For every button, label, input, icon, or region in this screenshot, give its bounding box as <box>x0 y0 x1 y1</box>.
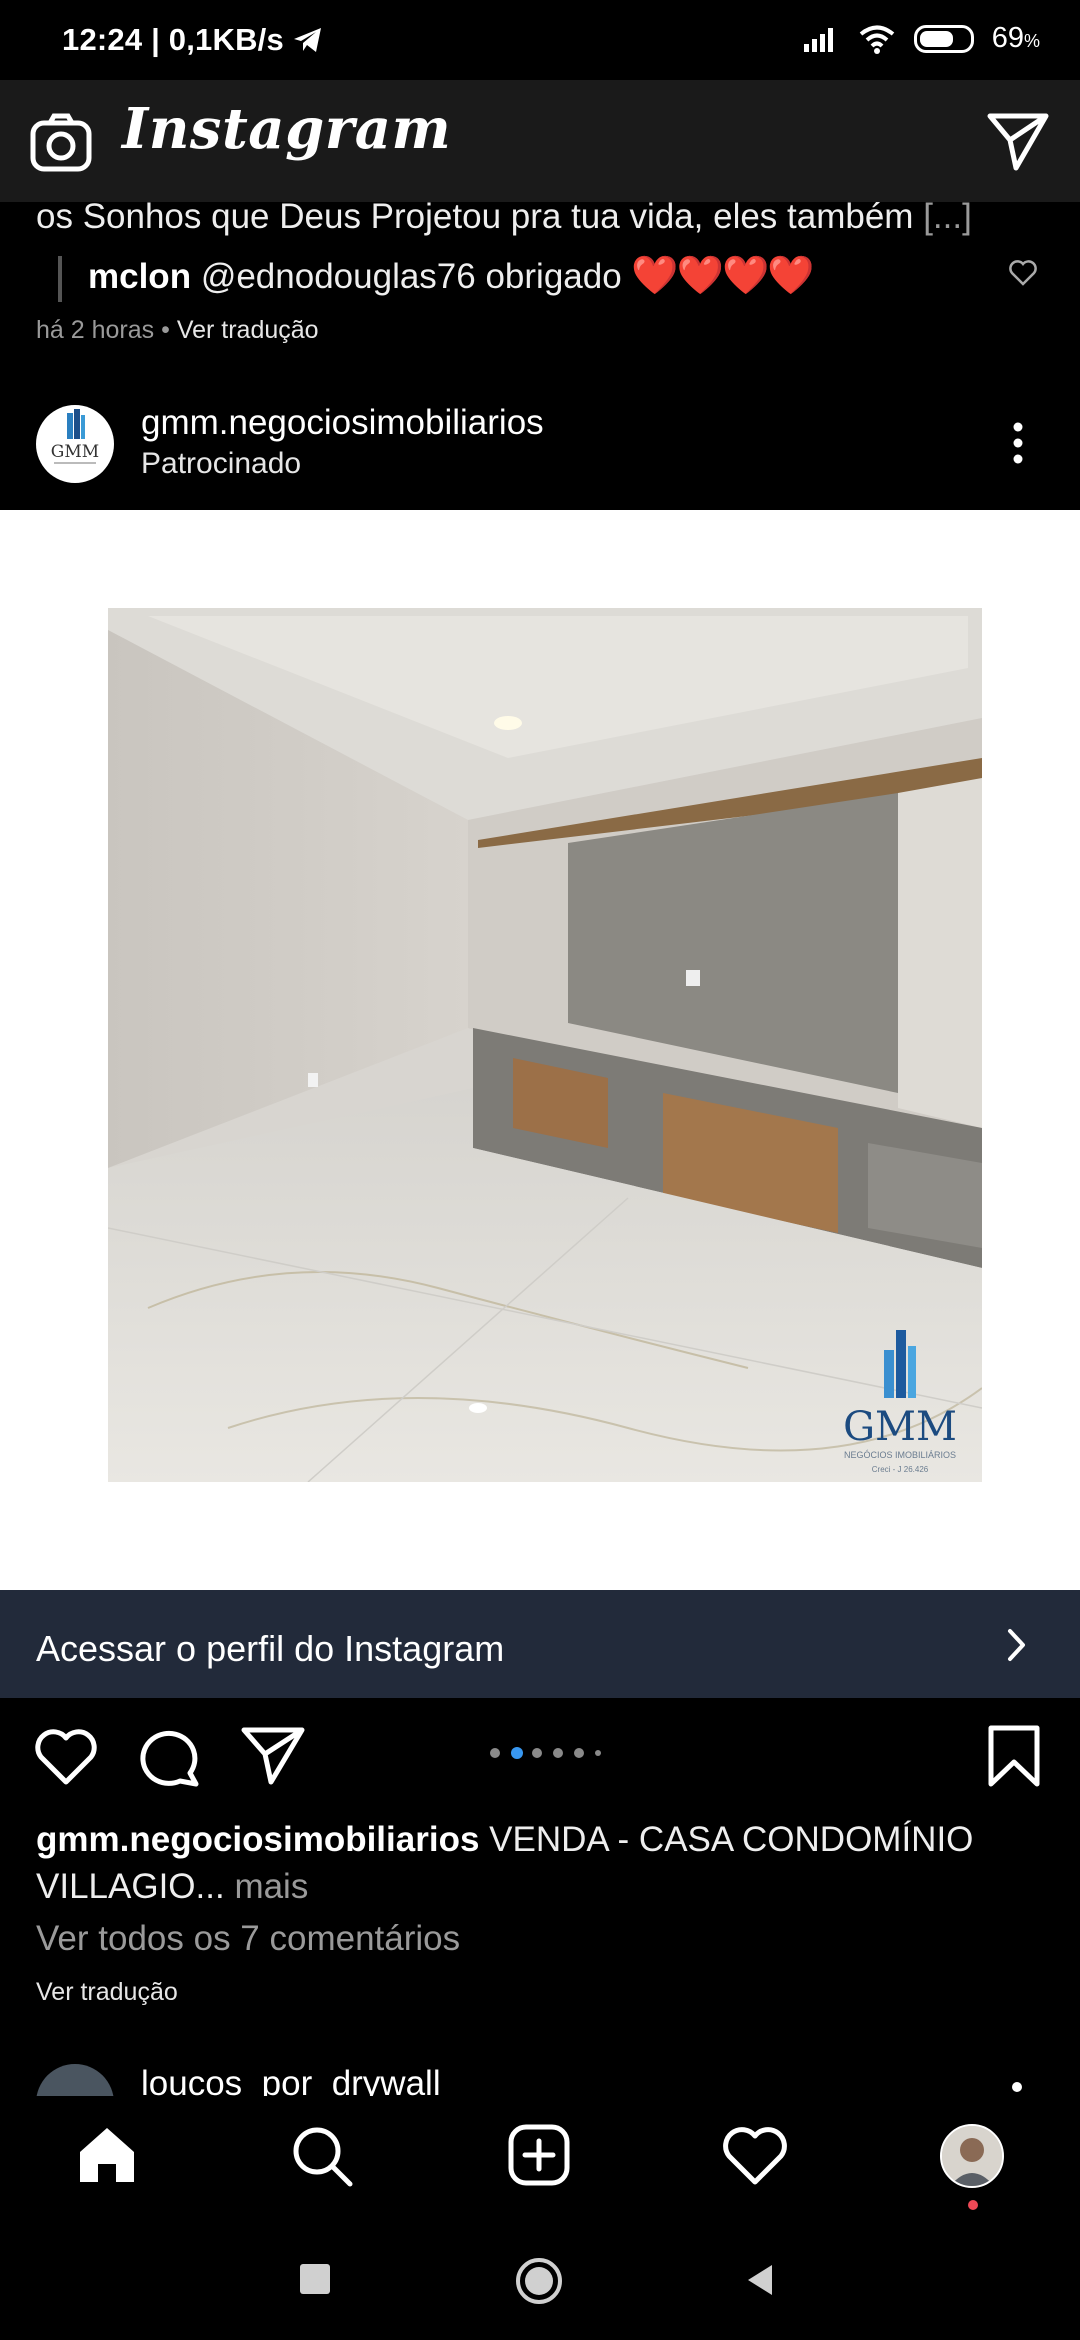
share-paper-plane-icon[interactable] <box>240 1726 306 1786</box>
status-time: 12:24 | 0,1KB/s <box>62 22 324 58</box>
comment-meta: há 2 horas • Ver tradução <box>36 316 319 344</box>
app-logo-title: Instagram <box>122 96 452 162</box>
translate-link[interactable]: Ver tradução <box>36 1978 178 2007</box>
watermark-subtitle: NEGÓCIOS IMOBILIÁRIOS <box>844 1450 956 1460</box>
save-bookmark-icon[interactable] <box>986 1724 1042 1788</box>
profile-cta-label[interactable]: Acessar o perfil do Instagram <box>36 1628 504 1670</box>
profile-avatar[interactable] <box>940 2124 1004 2188</box>
search-icon[interactable] <box>290 2124 354 2188</box>
carousel-dot <box>595 1750 601 1756</box>
carousel-dot <box>511 1747 523 1759</box>
room-photo-image: GMM NEGÓCIOS IMOBILIÁRIOS Creci - J 26.4… <box>108 608 982 1482</box>
post-photo[interactable]: GMM NEGÓCIOS IMOBILIÁRIOS Creci - J 26.4… <box>108 608 982 1482</box>
comment-time: há 2 horas <box>36 316 155 344</box>
battery-percent: 69% <box>991 22 1040 54</box>
carousel-dot <box>553 1748 563 1758</box>
watermark-creci: Creci - J 26.426 <box>872 1465 929 1474</box>
caption-username[interactable]: gmm.negociosimobiliarios <box>36 1820 479 1859</box>
post-account-name[interactable]: gmm.negociosimobiliarios <box>141 403 544 443</box>
wifi-icon <box>859 25 894 54</box>
watermark-title: GMM <box>843 1404 957 1450</box>
carousel-dot <box>490 1748 500 1758</box>
reply-text: @ednodouglas76 obrigado <box>200 257 622 296</box>
activity-heart-icon[interactable] <box>722 2126 788 2186</box>
account-avatar[interactable]: GMM <box>36 405 114 483</box>
sponsored-label: Patrocinado <box>141 447 302 480</box>
next-post-more-icon[interactable] <box>1012 2082 1022 2092</box>
translate-link[interactable]: Ver tradução <box>177 316 319 344</box>
profile-photo-image <box>942 2126 1002 2186</box>
reply-username[interactable]: mclon <box>88 257 191 296</box>
profile-notification-dot <box>968 2200 978 2210</box>
reply-hearts: ❤️❤️❤️❤️ <box>631 255 814 297</box>
status-icons: 69% <box>802 22 1040 55</box>
new-post-icon[interactable] <box>508 2124 570 2186</box>
back-button[interactable] <box>744 2262 776 2298</box>
gmm-logo-icon: GMM <box>51 409 99 464</box>
avatar-text: GMM <box>51 442 99 462</box>
caption-more-link[interactable]: mais <box>234 1867 308 1906</box>
paper-plane-icon[interactable] <box>986 112 1050 172</box>
telegram-icon <box>293 28 321 52</box>
carousel-dot <box>532 1748 542 1758</box>
status-time-speed: 12:24 | 0,1KB/s <box>62 22 284 57</box>
signal-icon <box>803 27 833 52</box>
carousel-dot <box>574 1748 584 1758</box>
previous-caption: os Sonhos que Deus Projetou pra tua vida… <box>36 197 972 236</box>
home-button[interactable] <box>514 2256 564 2306</box>
more-options-icon[interactable] <box>1000 418 1036 468</box>
comment-reply: mclon @ednodouglas76 obrigado ❤️❤️❤️❤️ <box>88 254 815 298</box>
comment-bubble-icon[interactable] <box>138 1726 202 1788</box>
reply-indicator <box>58 256 62 302</box>
post-caption: gmm.negociosimobiliarios VENDA - CASA CO… <box>36 1816 1036 1910</box>
chevron-right-icon[interactable] <box>1006 1628 1028 1662</box>
like-heart-icon[interactable] <box>34 1728 98 1786</box>
battery-icon <box>913 24 974 53</box>
caption-more-link[interactable]: [...] <box>923 197 972 236</box>
view-comments-link[interactable]: Ver todos os 7 comentários <box>36 1919 460 1959</box>
comment-like-heart-icon[interactable] <box>1008 259 1038 287</box>
recents-button[interactable] <box>300 2264 330 2294</box>
camera-icon[interactable] <box>30 112 92 174</box>
home-icon[interactable] <box>76 2124 138 2186</box>
